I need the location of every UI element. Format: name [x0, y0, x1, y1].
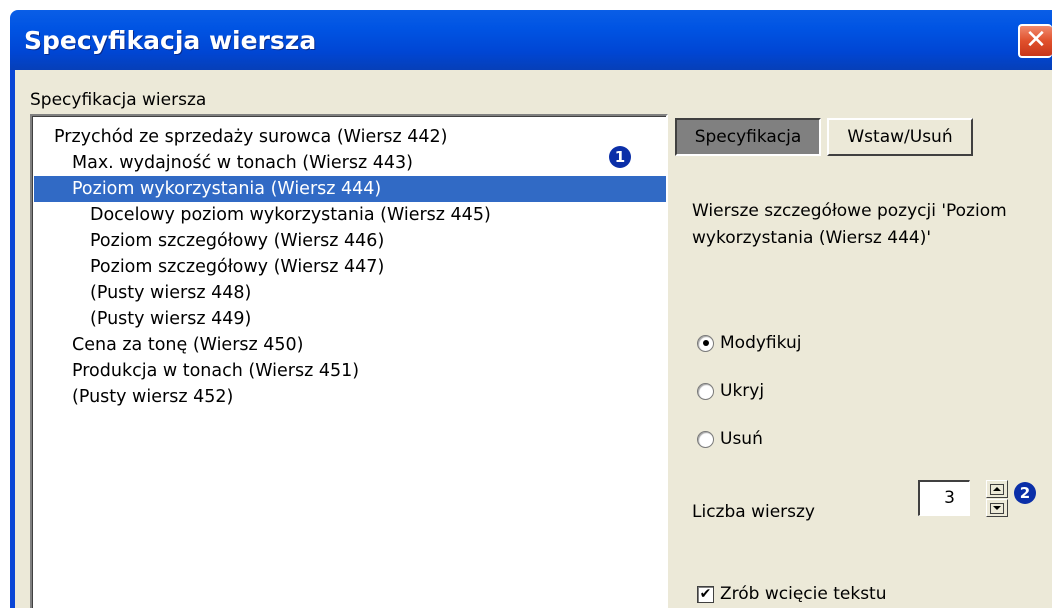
- list-item[interactable]: Max. wydajność w tonach (Wiersz 443): [34, 150, 666, 176]
- radio-indicator[interactable]: [697, 430, 714, 448]
- list-item[interactable]: Poziom wykorzystania (Wiersz 444): [34, 176, 666, 202]
- arrow-up-icon: [993, 487, 1001, 491]
- row-listbox[interactable]: Przychód ze sprzedaży surowca (Wiersz 44…: [30, 114, 668, 608]
- window-title: Specyfikacja wiersza: [24, 26, 317, 55]
- row-count-label: Liczba wierszy: [692, 502, 815, 522]
- indent-checkbox-label: Zrób wcięcie tekstu: [720, 584, 887, 604]
- radio-label: Usuń: [720, 429, 763, 449]
- description-text: Wiersze szczegółowe pozycji 'Poziom wyko…: [692, 201, 1007, 248]
- checkmark-icon: ✔: [699, 586, 712, 602]
- radio-label: Ukryj: [720, 381, 765, 401]
- callout-badge-1: 1: [609, 146, 631, 168]
- radio-indicator[interactable]: [697, 382, 714, 400]
- radio-label: Modyfikuj: [720, 333, 802, 353]
- radio-ukryj[interactable]: Ukryj: [697, 378, 764, 404]
- indent-checkbox[interactable]: ✔: [697, 585, 714, 603]
- list-item[interactable]: Poziom szczegółowy (Wiersz 446): [34, 228, 666, 254]
- list-item[interactable]: Cena za tonę (Wiersz 450): [34, 332, 666, 358]
- radio-indicator[interactable]: [697, 334, 714, 352]
- dialog-window: Specyfikacja wiersza ✕ Specyfikacja wier…: [0, 0, 1052, 608]
- callout-badge-2: 2: [1014, 482, 1036, 504]
- list-item[interactable]: (Pusty wiersz 449): [34, 306, 666, 332]
- list-item[interactable]: Produkcja w tonach (Wiersz 451): [34, 358, 666, 384]
- tab-specyfikacja[interactable]: Specyfikacja: [675, 118, 821, 156]
- list-item[interactable]: (Pusty wiersz 452): [34, 384, 666, 410]
- group-label: Specyfikacja wiersza: [30, 90, 207, 110]
- tab-wstaw-usun[interactable]: Wstaw/Usuń: [827, 118, 973, 156]
- radio-usun[interactable]: Usuń: [697, 426, 763, 452]
- spin-down-button[interactable]: [986, 499, 1008, 517]
- arrow-down-icon: [993, 506, 1001, 510]
- spin-up-button[interactable]: [986, 480, 1008, 498]
- list-item[interactable]: Poziom szczegółowy (Wiersz 447): [34, 254, 666, 280]
- close-button[interactable]: ✕: [1018, 24, 1052, 58]
- indent-checkbox-row[interactable]: ✔ Zrób wcięcie tekstu: [697, 582, 887, 606]
- list-item[interactable]: Przychód ze sprzedaży surowca (Wiersz 44…: [34, 124, 666, 150]
- dialog-body: Specyfikacja wiersza Przychód ze sprzeda…: [15, 70, 1052, 608]
- radio-modyfikuj[interactable]: Modyfikuj: [697, 330, 801, 356]
- title-bar[interactable]: Specyfikacja wiersza ✕: [10, 10, 1052, 70]
- list-item[interactable]: Docelowy poziom wykorzystania (Wiersz 44…: [34, 202, 666, 228]
- list-item[interactable]: (Pusty wiersz 448): [34, 280, 666, 306]
- row-count-input[interactable]: 3: [918, 480, 970, 516]
- close-icon: ✕: [1025, 25, 1047, 55]
